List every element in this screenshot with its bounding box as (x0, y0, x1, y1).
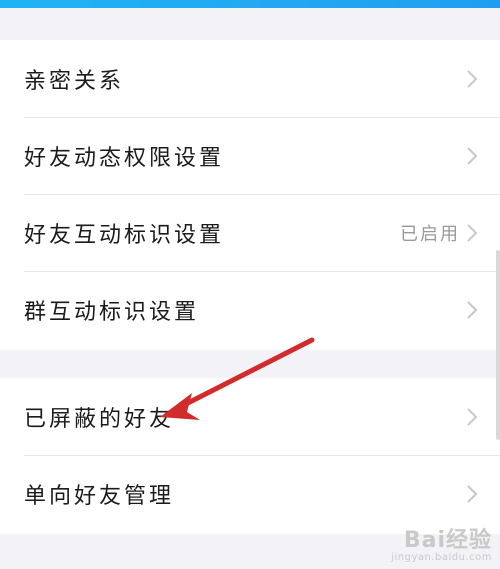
row-one-way-friends[interactable]: 单向好友管理 (0, 455, 500, 532)
watermark-sub: jingyan.baidu.com (391, 552, 492, 563)
row-label: 好友动态权限设置 (24, 145, 225, 171)
settings-group-2: 已屏蔽的好友 单向好友管理 (0, 378, 500, 534)
chevron-right-icon (467, 300, 478, 319)
row-label: 已屏蔽的好友 (24, 406, 175, 432)
row-label: 亲密关系 (24, 68, 125, 94)
row-label: 好友互动标识设置 (24, 222, 225, 248)
row-intimate-relationship[interactable]: 亲密关系 (0, 40, 500, 117)
row-blocked-friends[interactable]: 已屏蔽的好友 (0, 378, 500, 455)
status-enabled: 已启用 (400, 223, 460, 245)
scrollbar[interactable] (496, 250, 500, 440)
row-label: 单向好友管理 (24, 483, 175, 509)
chevron-right-icon (467, 146, 478, 165)
row-friend-feed-permissions[interactable]: 好友动态权限设置 (0, 117, 500, 194)
status-bar-accent (0, 0, 500, 8)
row-label: 群互动标识设置 (24, 299, 200, 325)
row-friend-interaction-badges[interactable]: 好友互动标识设置 已启用 (0, 194, 500, 271)
watermark: Bai经验 jingyan.baidu.com (391, 522, 492, 563)
row-group-interaction-badges[interactable]: 群互动标识设置 (0, 271, 500, 348)
chevron-right-icon (467, 407, 478, 426)
watermark-main: Bai经验 (403, 528, 492, 553)
chevron-right-icon (467, 69, 478, 88)
chevron-right-icon (467, 223, 478, 242)
settings-group-1: 亲密关系 好友动态权限设置 好友互动标识设置 已启用 群互动标识设置 (0, 40, 500, 350)
chevron-right-icon (467, 484, 478, 503)
